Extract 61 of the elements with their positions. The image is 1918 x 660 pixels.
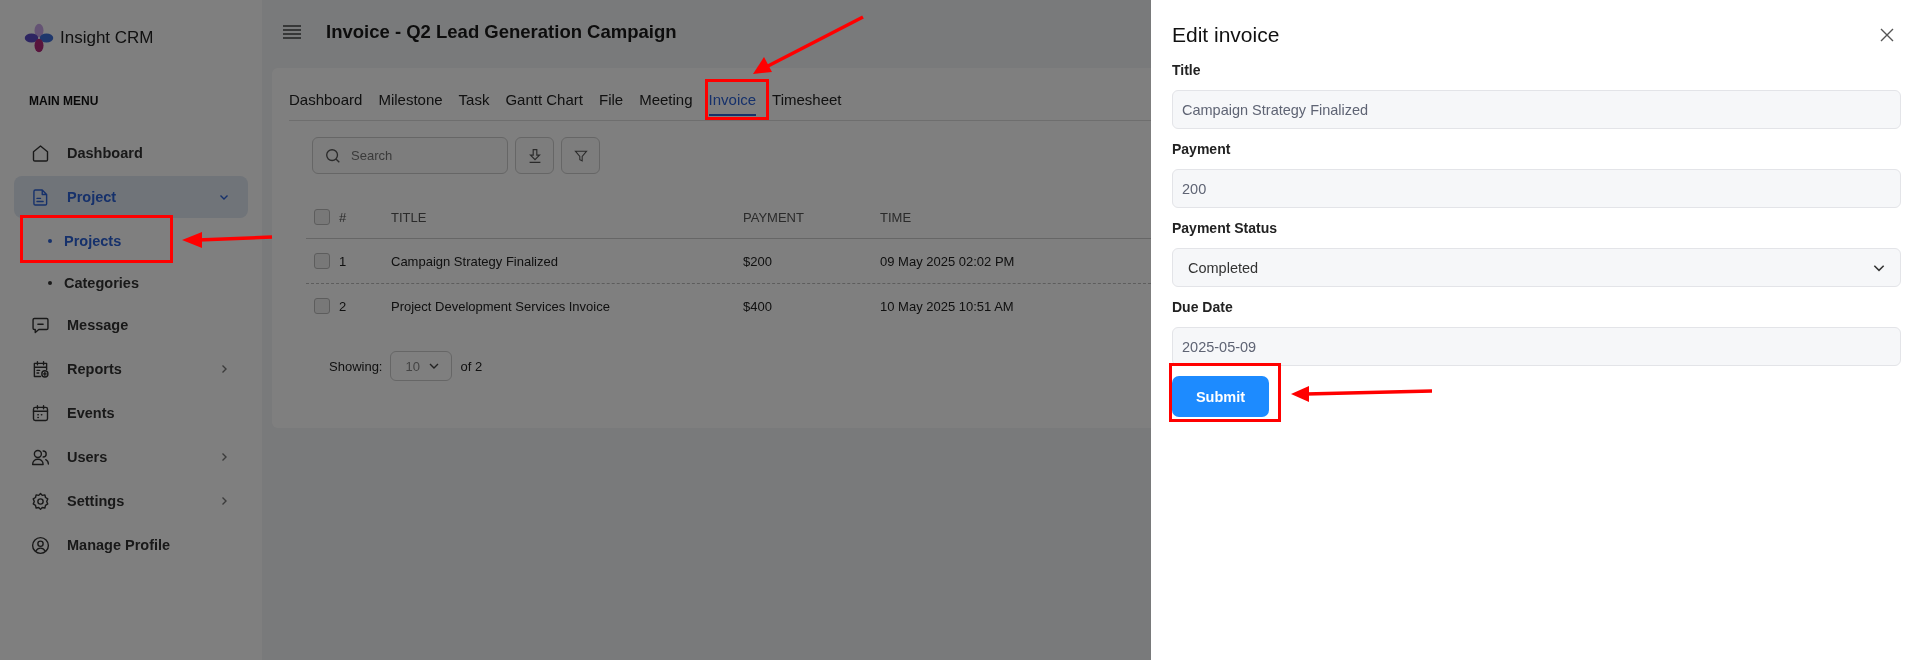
sidebar-item[interactable]: Reports bbox=[14, 348, 248, 390]
field-label: Payment Status bbox=[1172, 220, 1279, 236]
checkbox[interactable] bbox=[314, 298, 330, 314]
drawer-title: Edit invoice bbox=[1172, 23, 1280, 47]
search-icon bbox=[324, 147, 342, 165]
download-button[interactable] bbox=[515, 137, 554, 174]
tab[interactable]: Gantt Chart bbox=[505, 88, 583, 116]
tab[interactable]: File bbox=[599, 88, 624, 116]
checkbox[interactable] bbox=[314, 253, 330, 269]
submenu-item[interactable]: Categories bbox=[14, 262, 248, 304]
column-header: TITLE bbox=[391, 209, 428, 225]
settings-icon bbox=[30, 490, 51, 512]
checkbox[interactable] bbox=[314, 209, 330, 225]
input-field[interactable]: 2025-05-09 bbox=[1172, 327, 1901, 366]
tab[interactable]: Meeting bbox=[639, 88, 693, 116]
table-cell: 10 May 2025 10:51 AM bbox=[880, 298, 1014, 314]
sidebar-item[interactable]: Events bbox=[14, 392, 248, 434]
sidebar-item[interactable]: Project bbox=[14, 176, 248, 218]
table-cell-text: Campaign Strategy Finalized bbox=[391, 253, 559, 269]
table-cell-text: $200 bbox=[743, 253, 773, 269]
highlight-frame bbox=[705, 79, 769, 120]
sidebar-item[interactable]: Settings bbox=[14, 480, 248, 522]
brand-name: Insight CRM bbox=[60, 28, 154, 48]
table-cell-text: $400 bbox=[743, 298, 773, 314]
column-header: PAYMENT bbox=[743, 209, 805, 225]
sidebar-item[interactable]: Users bbox=[14, 436, 248, 478]
sidebar-item[interactable]: Message bbox=[14, 304, 248, 346]
home-icon bbox=[30, 142, 51, 164]
select-field[interactable]: Completed bbox=[1172, 248, 1901, 287]
user-circle-icon bbox=[30, 534, 51, 556]
tab[interactable]: Timesheet bbox=[772, 88, 842, 116]
menu-heading: MAIN MENU bbox=[29, 94, 100, 108]
tab[interactable]: Milestone bbox=[378, 88, 443, 116]
column-header: TIME bbox=[880, 209, 912, 225]
showing-label: Showing: bbox=[329, 358, 383, 374]
table-cell-text: 2 bbox=[338, 298, 348, 314]
page-title: Invoice - Q2 Lead Generation Campaign bbox=[326, 21, 677, 43]
tab[interactable]: Task bbox=[458, 88, 490, 116]
submit-button[interactable]: Submit bbox=[1172, 376, 1269, 417]
page-size-select[interactable]: 10 bbox=[390, 351, 453, 381]
page-total: of 2 bbox=[460, 358, 483, 374]
calendar-icon bbox=[30, 402, 51, 424]
table-cell-text: 1 bbox=[338, 253, 348, 269]
menu-icon[interactable] bbox=[282, 24, 302, 40]
sidebar-item[interactable]: Manage Profile bbox=[14, 524, 248, 566]
input-field[interactable]: Campaign Strategy Finalized bbox=[1172, 90, 1901, 129]
column-header: # bbox=[338, 209, 348, 225]
filter-button[interactable] bbox=[561, 137, 600, 174]
field-label: Title bbox=[1172, 62, 1202, 78]
tab[interactable]: Invoice bbox=[708, 88, 757, 116]
search-field[interactable]: Search bbox=[312, 137, 508, 174]
close-icon[interactable] bbox=[1879, 27, 1895, 43]
submenu-item[interactable]: Projects bbox=[14, 220, 248, 262]
table-cell-text: Project Development Services Invoice bbox=[391, 298, 611, 314]
tab[interactable]: Dashboard bbox=[289, 88, 363, 116]
sidebar-item[interactable]: Dashboard bbox=[14, 132, 248, 174]
input-field[interactable]: 200 bbox=[1172, 169, 1901, 208]
table-cell: 09 May 2025 02:02 PM bbox=[880, 253, 1015, 269]
logo-icon bbox=[24, 23, 54, 53]
field-label: Payment bbox=[1172, 141, 1232, 157]
field-label: Due Date bbox=[1172, 299, 1234, 315]
